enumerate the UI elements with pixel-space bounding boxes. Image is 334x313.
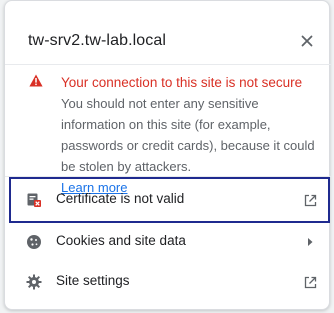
header-divider: [5, 64, 331, 65]
site-title: tw-srv2.tw-lab.local: [28, 32, 167, 49]
popup-header: tw-srv2.tw-lab.local: [28, 30, 318, 54]
warning-title: Your connection to this site is not secu…: [61, 75, 303, 90]
row-cookies-label: Cookies and site data: [56, 233, 186, 248]
row-site-settings[interactable]: Site settings: [4, 262, 330, 302]
row-site-settings-label: Site settings: [56, 273, 130, 288]
row-cookies[interactable]: Cookies and site data: [4, 222, 330, 262]
warning-divider: [5, 176, 331, 177]
row-certificate-label: Certificate is not valid: [56, 191, 185, 206]
warning-triangle-icon: [29, 74, 43, 87]
external-link-icon: [302, 274, 318, 290]
close-button[interactable]: [296, 30, 318, 52]
screen: tw-srv2.tw-lab.local Your connection to …: [0, 0, 334, 313]
row-certificate[interactable]: Certificate is not valid: [4, 180, 330, 220]
gear-icon: [26, 274, 42, 290]
chevron-right-icon: [302, 234, 318, 250]
cookie-icon: [27, 235, 41, 249]
warning-body: You should not enter any sensitive infor…: [61, 96, 315, 174]
certificate-icon: [27, 193, 41, 207]
external-link-icon: [302, 192, 318, 208]
close-icon: [301, 35, 313, 47]
